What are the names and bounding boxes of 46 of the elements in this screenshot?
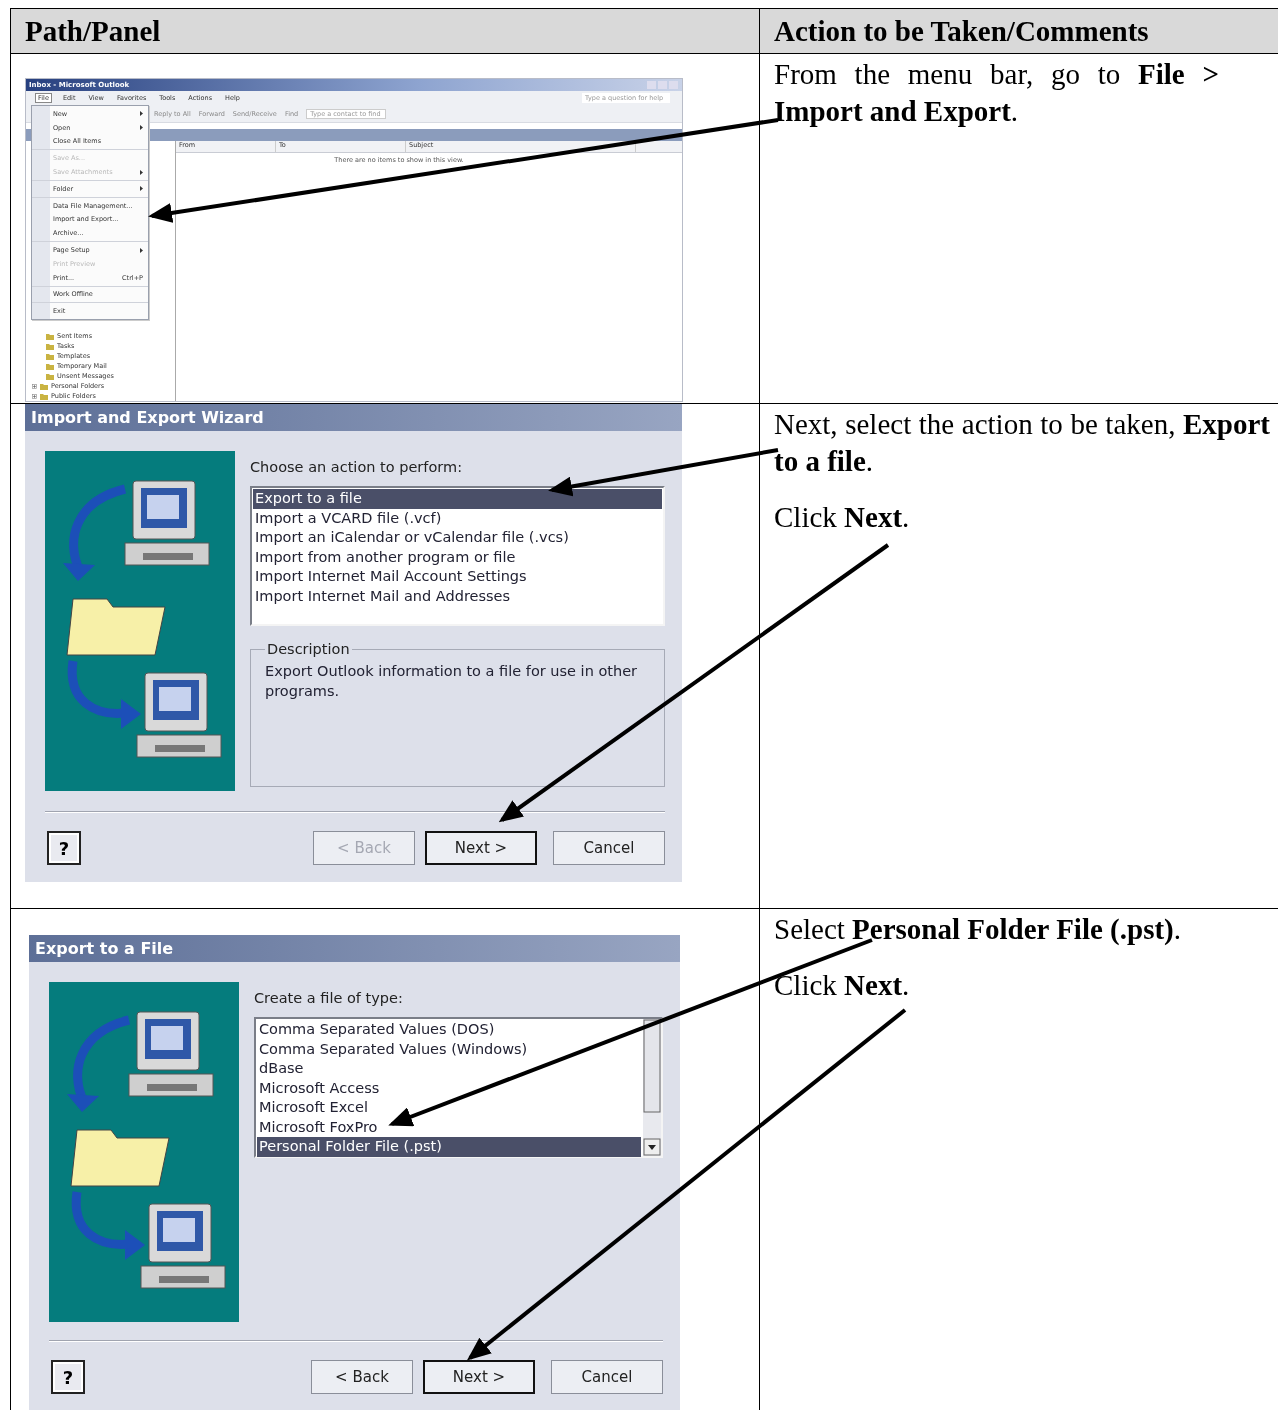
list-item[interactable]: Import a VCARD file (.vcf): [253, 508, 662, 528]
instruction-text: Click Next.: [774, 968, 911, 1003]
submenu-arrow-icon: [140, 111, 143, 117]
instruction-text: Click Next.: [774, 500, 911, 535]
instruction-text: Next, select the action to be taken, Export to a file.: [774, 407, 1270, 479]
list-item[interactable]: Microsoft Access: [257, 1078, 641, 1098]
dialog-title: Export to a File: [29, 935, 680, 962]
list-item[interactable]: Import an iCalendar or vCalendar file (.vcs): [253, 528, 662, 548]
dialog-button[interactable]: Next >: [423, 1360, 535, 1394]
list-item[interactable]: Import Internet Mail and Addresses: [253, 586, 662, 606]
list-item[interactable]: Import from another program or file: [253, 547, 662, 567]
list-item[interactable]: Personal Folder File (.pst): [257, 1137, 641, 1157]
instruction-text: Select Personal Folder File (.pst).: [774, 912, 1182, 947]
window-controls-icon: [647, 81, 679, 89]
dialog-button[interactable]: < Back: [311, 1360, 413, 1394]
expand-icon[interactable]: [32, 393, 37, 399]
dialog-button[interactable]: Next >: [425, 831, 537, 865]
list-item[interactable]: Microsoft Excel: [257, 1098, 641, 1118]
expand-icon[interactable]: [32, 383, 37, 389]
dialog-button[interactable]: Cancel: [553, 831, 665, 865]
list-item[interactable]: Comma Separated Values (DOS): [257, 1020, 641, 1040]
help-button[interactable]: ?: [47, 831, 81, 865]
dialog-button[interactable]: Cancel: [551, 1360, 663, 1394]
list-item[interactable]: Comma Separated Values (Windows): [257, 1039, 641, 1059]
scrollbar[interactable]: [643, 1019, 661, 1156]
submenu-arrow-icon: [140, 169, 143, 175]
list-item[interactable]: dBase: [257, 1059, 641, 1079]
options-listbox[interactable]: Comma Separated Values (DOS) Comma Separated Values (Windows) dBase Microsoft Access Microsoft Excel Microsoft FoxPro Personal Folder File (.pst): [254, 1017, 663, 1158]
list-item[interactable]: Microsoft FoxPro: [257, 1117, 641, 1137]
group-label: Description: [266, 641, 351, 657]
submenu-arrow-icon: [140, 186, 143, 192]
prompt-label: Choose an action to perform:: [250, 459, 463, 475]
help-button[interactable]: ?: [51, 1360, 85, 1394]
list-item[interactable]: Import Internet Mail Account Settings: [253, 567, 662, 587]
submenu-arrow-icon: [140, 247, 143, 253]
column-header: Path/Panel: [25, 14, 161, 48]
dialog-title: Import and Export Wizard: [25, 404, 682, 431]
list-item[interactable]: Export to a file: [253, 489, 662, 509]
scroll-down-icon[interactable]: [643, 1138, 661, 1156]
options-listbox[interactable]: Export to a file Import a VCARD file (.vcf) Import an iCalendar or vCalendar file (.vcs) Import from another program or file Import Internet Mail Account Settings Import Internet Mail and Addresses: [250, 486, 665, 626]
instruction-text: From the menu bar, go to File > Import and Export.: [774, 57, 1219, 129]
submenu-arrow-icon: [140, 125, 143, 131]
column-header: Action to be Taken/Comments: [774, 14, 1149, 48]
description-text: Export Outlook information to a file for use in other programs.: [265, 662, 639, 701]
prompt-label: Create a file of type:: [254, 990, 404, 1006]
scroll-thumb-icon: [643, 1019, 661, 1113]
